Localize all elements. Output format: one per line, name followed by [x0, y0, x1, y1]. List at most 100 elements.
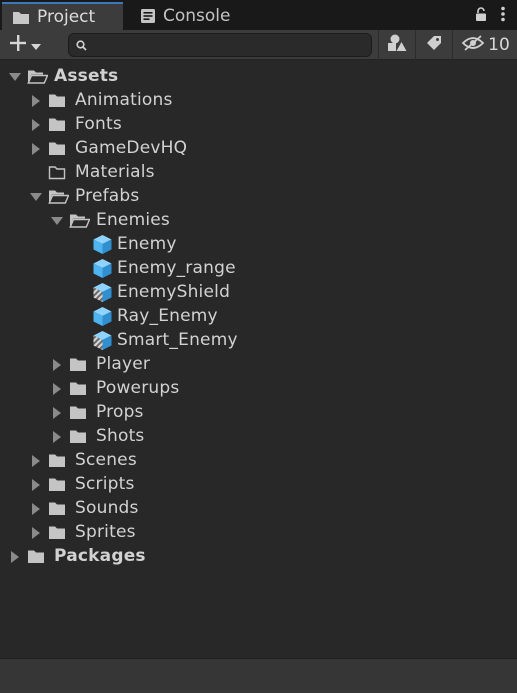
expand-arrow-right-icon[interactable] [51, 359, 63, 371]
expand-arrow-right-icon[interactable] [30, 119, 42, 131]
expand-arrow-right-icon[interactable] [30, 143, 42, 155]
search-input[interactable] [93, 36, 357, 54]
tree-item-packages[interactable]: Packages [0, 545, 517, 569]
tree-item-label: EnemyShield [117, 282, 231, 302]
tree-item-sprites[interactable]: Sprites [0, 521, 517, 545]
tab-console[interactable]: Console [130, 2, 260, 30]
tree-item-label: Materials [75, 162, 155, 182]
search-field[interactable] [68, 33, 372, 57]
tab-bar: Project Console [0, 0, 517, 30]
folder-icon [48, 141, 66, 156]
tree-item-assets[interactable]: Assets [0, 65, 517, 89]
hidden-packages-count: 10 [488, 35, 510, 55]
tree-item-label: Smart_Enemy [117, 330, 238, 350]
tab-project[interactable]: Project [2, 2, 123, 30]
folder-icon [27, 549, 45, 564]
tree-item-label: Sounds [75, 498, 139, 518]
prefab-variant-icon [92, 330, 113, 351]
tree-item-label: Sprites [75, 522, 136, 542]
expand-arrow-right-icon[interactable] [51, 431, 63, 443]
project-tree: Assets Animations Fonts GameDevHQ Materials P… [0, 60, 517, 658]
search-by-type-button[interactable] [378, 30, 415, 60]
folder-icon [48, 525, 66, 540]
tree-item-label: Ray_Enemy [117, 306, 218, 326]
chevron-down-icon [31, 36, 41, 55]
folder-icon [12, 10, 30, 25]
tree-item-enemy-range[interactable]: Enemy_range [0, 257, 517, 281]
expand-arrow-down-icon[interactable] [9, 71, 21, 83]
tree-item-label: Player [96, 354, 151, 374]
folder-icon [69, 405, 87, 420]
tree-item-gamedevhq[interactable]: GameDevHQ [0, 137, 517, 161]
tree-item-fonts[interactable]: Fonts [0, 113, 517, 137]
folder-icon [48, 453, 66, 468]
tree-item-ray-enemy[interactable]: Ray_Enemy [0, 305, 517, 329]
tree-item-scripts[interactable]: Scripts [0, 473, 517, 497]
tree-item-materials[interactable]: Materials [0, 161, 517, 185]
expand-arrow-right-icon[interactable] [30, 95, 42, 107]
folder-icon [48, 501, 66, 516]
tree-item-label: Fonts [75, 114, 122, 134]
project-toolbar: 10 [0, 30, 517, 60]
expand-arrow-right-icon[interactable] [51, 407, 63, 419]
tree-item-label: Packages [54, 546, 146, 566]
expand-arrow-right-icon[interactable] [9, 551, 21, 563]
tree-item-label: Animations [75, 90, 173, 110]
expand-arrow-right-icon[interactable] [30, 455, 42, 467]
expand-arrow-down-icon[interactable] [30, 191, 42, 203]
tree-item-smart-enemy[interactable]: Smart_Enemy [0, 329, 517, 353]
tree-item-shots[interactable]: Shots [0, 425, 517, 449]
tree-item-enemy-shield[interactable]: EnemyShield [0, 281, 517, 305]
expand-arrow-right-icon[interactable] [30, 527, 42, 539]
lock-icon[interactable] [475, 6, 487, 26]
tree-item-label: Scenes [75, 450, 137, 470]
folder-icon [69, 429, 87, 444]
folder-icon [48, 93, 66, 108]
tree-item-label: Enemies [96, 210, 170, 230]
tree-item-prefabs[interactable]: Prefabs [0, 185, 517, 209]
expand-arrow-right-icon[interactable] [30, 503, 42, 515]
plus-icon [8, 33, 28, 57]
shapes-icon [387, 34, 407, 56]
prefab-variant-icon [92, 282, 113, 303]
tree-item-label: Shots [96, 426, 145, 446]
folder-icon [48, 117, 66, 132]
tree-item-label: Assets [54, 66, 119, 86]
tree-item-enemies[interactable]: Enemies [0, 209, 517, 233]
search-icon [76, 39, 87, 51]
folder-icon [69, 357, 87, 372]
folder-open-icon [27, 69, 48, 84]
create-button[interactable] [8, 34, 50, 56]
tree-item-label: Powerups [96, 378, 180, 398]
folder-icon [48, 477, 66, 492]
tree-item-label: Props [96, 402, 144, 422]
tree-item-label: GameDevHQ [75, 138, 188, 158]
expand-arrow-down-icon[interactable] [51, 215, 63, 227]
hidden-packages-toggle[interactable]: 10 [452, 30, 517, 60]
expand-arrow-right-icon[interactable] [51, 383, 63, 395]
prefab-icon [92, 234, 113, 255]
console-icon [140, 8, 156, 24]
tree-item-label: Enemy_range [117, 258, 236, 278]
tree-item-enemy[interactable]: Enemy [0, 233, 517, 257]
tree-item-player[interactable]: Player [0, 353, 517, 377]
tag-icon [425, 34, 443, 56]
folder-open-icon [48, 189, 69, 204]
empty-folder-icon [48, 165, 66, 180]
tree-item-powerups[interactable]: Powerups [0, 377, 517, 401]
eye-slash-icon [461, 34, 485, 56]
tree-item-sounds[interactable]: Sounds [0, 497, 517, 521]
tree-item-scenes[interactable]: Scenes [0, 449, 517, 473]
expand-arrow-right-icon[interactable] [30, 479, 42, 491]
folder-icon [69, 381, 87, 396]
search-by-label-button[interactable] [415, 30, 452, 60]
tree-item-props[interactable]: Props [0, 401, 517, 425]
more-menu-icon[interactable] [501, 6, 505, 26]
tree-item-animations[interactable]: Animations [0, 89, 517, 113]
folder-open-icon [69, 213, 90, 228]
tab-label: Console [163, 6, 231, 26]
tree-item-label: Scripts [75, 474, 135, 494]
status-bar [0, 658, 517, 693]
prefab-icon [92, 306, 113, 327]
tree-item-label: Prefabs [75, 186, 140, 206]
